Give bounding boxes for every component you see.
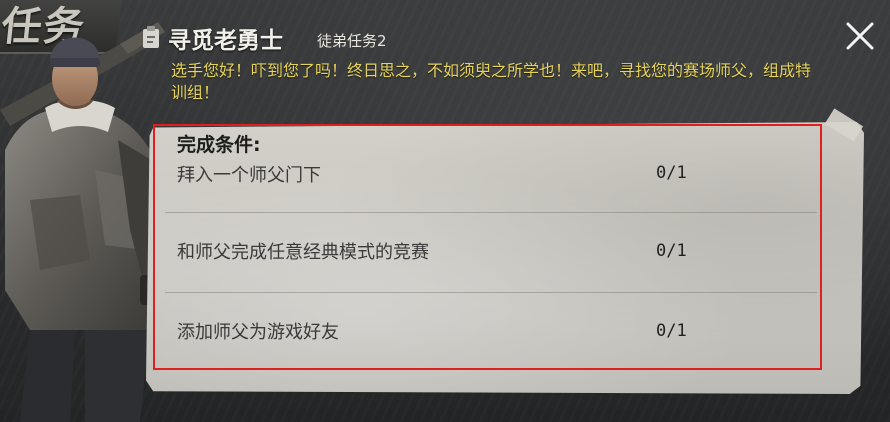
row-divider [165, 212, 817, 213]
condition-row: 和师父完成任意经典模式的竞赛 0/1 [162, 238, 817, 316]
quest-scroll-icon [143, 26, 159, 48]
close-button[interactable] [840, 16, 880, 56]
quest-title: 寻觅老勇士 [168, 28, 283, 54]
quest-subtitle: 徒弟任务2 [317, 32, 387, 50]
condition-progress: 0/1 [656, 321, 687, 341]
quest-description: 选手您好！吓到您了吗！终日思之，不如须臾之所学也！来吧，寻找您的赛场师父，组成特… [171, 61, 812, 102]
condition-row: 添加师父为游戏好友 0/1 [162, 318, 817, 396]
condition-row: 拜入一个师父门下 0/1 [162, 160, 817, 238]
condition-progress: 0/1 [656, 163, 687, 183]
condition-progress: 0/1 [656, 241, 687, 261]
row-divider [165, 292, 817, 293]
conditions-heading: 完成条件: [177, 134, 261, 156]
condition-label: 添加师父为游戏好友 [177, 322, 339, 343]
close-icon [846, 22, 874, 50]
condition-label: 和师父完成任意经典模式的竞赛 [177, 242, 429, 263]
condition-label: 拜入一个师父门下 [177, 165, 321, 186]
